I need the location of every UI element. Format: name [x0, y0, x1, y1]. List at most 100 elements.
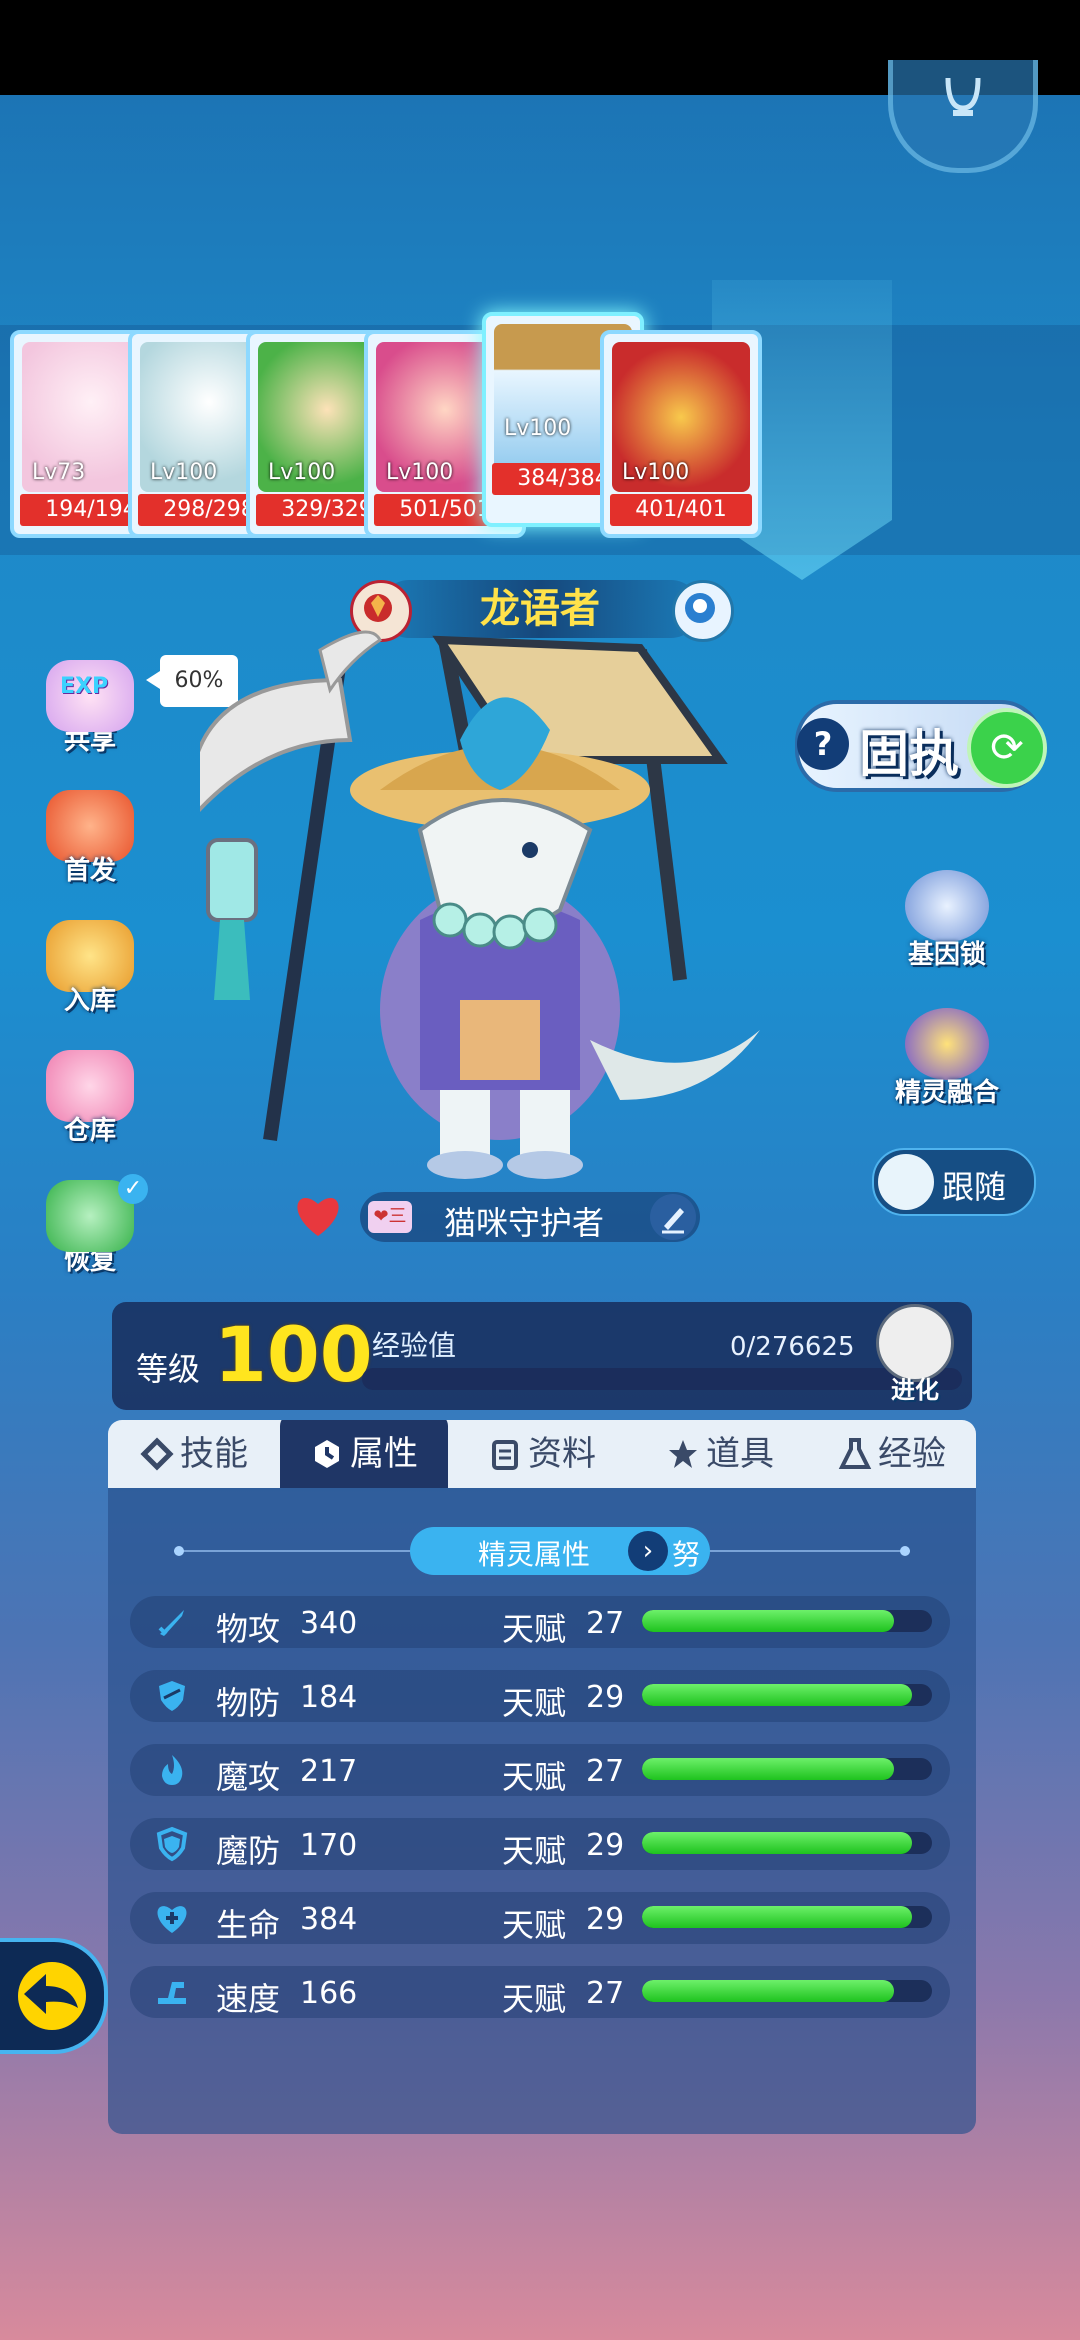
- exp-label: 经验值: [372, 1329, 457, 1362]
- stat-name: 物攻: [216, 1610, 281, 1648]
- talent-bar-fill: [642, 1758, 895, 1780]
- tab-attributes-label: 属性: [350, 1434, 418, 1474]
- shield-icon: [159, 1681, 185, 1711]
- talent-bar: [642, 1758, 932, 1780]
- talent-value: 27: [586, 1754, 625, 1789]
- level-exp-bar: 等级 100 经验值 0/276625: [112, 1302, 972, 1410]
- evolve-label: 进化: [891, 1376, 939, 1404]
- refresh-icon[interactable]: ⟳: [967, 708, 1047, 788]
- exp-value: 0/276625: [730, 1332, 855, 1362]
- pet-character-illustration[interactable]: [200, 620, 790, 1190]
- storage-in-label: 入库: [63, 986, 116, 1016]
- storage-in-button[interactable]: 入库: [40, 920, 140, 1017]
- talent-label: 天赋: [502, 1832, 567, 1870]
- tab-profile[interactable]: 资料: [458, 1420, 626, 1488]
- fusion-icon: [905, 1008, 989, 1080]
- talent-value: 29: [586, 1902, 625, 1937]
- flame-icon: [162, 1755, 183, 1785]
- chevron-right-icon: ›: [628, 1531, 668, 1571]
- stat-value: 340: [300, 1606, 358, 1641]
- divider-dot: [174, 1546, 184, 1556]
- talent-bar: [642, 1610, 932, 1632]
- stat-row: 物防 184 天赋 29: [130, 1670, 950, 1722]
- talent-label: 天赋: [502, 1906, 567, 1944]
- talent-label: 天赋: [502, 1610, 567, 1648]
- edit-pencil-icon[interactable]: [650, 1194, 696, 1240]
- fusion-button[interactable]: 精灵融合: [882, 1008, 1012, 1109]
- sword-icon: [158, 1610, 184, 1636]
- stat-value: 384: [300, 1902, 358, 1937]
- gene-lock-icon: [905, 870, 989, 942]
- follow-toggle-knob: [878, 1154, 934, 1210]
- tab-skills-label: 技能: [180, 1434, 248, 1474]
- nature-trait-panel: ? 固执 ⟳: [795, 700, 1047, 792]
- heart-plus-icon: [157, 1906, 187, 1933]
- lamp-icon: [945, 78, 981, 116]
- star-burst-icon: [669, 1440, 697, 1468]
- stat-row: 生命 384 天赋 29: [130, 1892, 950, 1944]
- stat-value: 217: [300, 1754, 358, 1789]
- pet-level: Lv100: [504, 416, 572, 441]
- stat-value: 166: [300, 1976, 358, 2011]
- talent-bar: [642, 1832, 932, 1854]
- talent-bar-fill: [642, 1906, 912, 1928]
- evolve-button[interactable]: 进化: [870, 1300, 960, 1410]
- stat-name: 物防: [216, 1684, 281, 1722]
- talent-value: 27: [586, 1606, 625, 1641]
- attribute-header-label: 精灵属性: [478, 1538, 591, 1571]
- follow-label: 跟随: [942, 1168, 1007, 1206]
- team-pet-card-6[interactable]: Lv100 401/401: [600, 330, 762, 538]
- talent-bar: [642, 1684, 932, 1706]
- back-button[interactable]: [0, 1938, 108, 2054]
- trait-help-icon[interactable]: ?: [797, 718, 849, 770]
- pet-nickname-bar: ❤三 猫咪守护者: [360, 1192, 700, 1242]
- pet-level: Lv100: [622, 460, 690, 485]
- tab-skills[interactable]: 技能: [108, 1420, 280, 1488]
- first-starter-button[interactable]: 首发: [40, 790, 140, 887]
- stat-row: 魔攻 217 天赋 27: [130, 1744, 950, 1796]
- talent-bar-fill: [642, 1980, 895, 2002]
- talent-value: 29: [586, 1680, 625, 1715]
- nature-label: 努: [672, 1538, 701, 1571]
- fusion-label: 精灵融合: [894, 1078, 999, 1108]
- talent-bar: [642, 1906, 932, 1928]
- talent-bar-fill: [642, 1832, 912, 1854]
- gene-lock-button[interactable]: 基因锁: [882, 870, 1012, 971]
- trait-label: 固执: [859, 725, 959, 783]
- follow-toggle[interactable]: 跟随: [872, 1148, 1036, 1216]
- tab-profile-label: 资料: [528, 1434, 596, 1474]
- first-starter-label: 首发: [63, 856, 116, 886]
- magic-shield-icon: [156, 1826, 188, 1862]
- top-round-button[interactable]: [888, 60, 1038, 173]
- exp-share-button[interactable]: EXP 共享: [40, 660, 140, 757]
- stat-name: 魔攻: [216, 1758, 281, 1796]
- back-arrow-icon: [18, 1962, 86, 2030]
- tab-attributes[interactable]: 属性: [280, 1420, 448, 1488]
- tab-items-label: 道具: [706, 1434, 774, 1474]
- gene-lock-label: 基因锁: [907, 940, 986, 970]
- hexagon-icon: [315, 1440, 339, 1468]
- pet-hp: 401/401: [610, 494, 752, 526]
- tab-items[interactable]: 道具: [636, 1420, 804, 1488]
- talent-bar: [642, 1980, 932, 2002]
- tab-experience[interactable]: 经验: [808, 1420, 976, 1488]
- talent-label: 天赋: [502, 1758, 567, 1796]
- pet-nickname: 猫咪守护者: [444, 1204, 605, 1242]
- stat-row: 速度 166 天赋 27: [130, 1966, 950, 2018]
- pet-level: Lv100: [386, 460, 454, 485]
- speed-icon: [158, 1982, 186, 2004]
- talent-bar-fill: [642, 1610, 895, 1632]
- recover-icon: ✓: [46, 1174, 148, 1252]
- talent-bar-fill: [642, 1684, 912, 1706]
- stat-name: 速度: [216, 1980, 281, 2018]
- recover-button[interactable]: ✓ 恢复: [40, 1174, 148, 1277]
- diamond-icon: [140, 1437, 174, 1471]
- attribute-header[interactable]: 精灵属性 › 努: [410, 1527, 710, 1575]
- favorite-heart-icon[interactable]: [292, 1192, 344, 1240]
- warehouse-button[interactable]: 仓库: [40, 1050, 140, 1147]
- stat-row: 魔防 170 天赋 29: [130, 1818, 950, 1870]
- pet-level: Lv100: [268, 460, 336, 485]
- pet-level: Lv100: [150, 460, 218, 485]
- stat-name: 生命: [216, 1906, 281, 1944]
- talent-value: 27: [586, 1976, 625, 2011]
